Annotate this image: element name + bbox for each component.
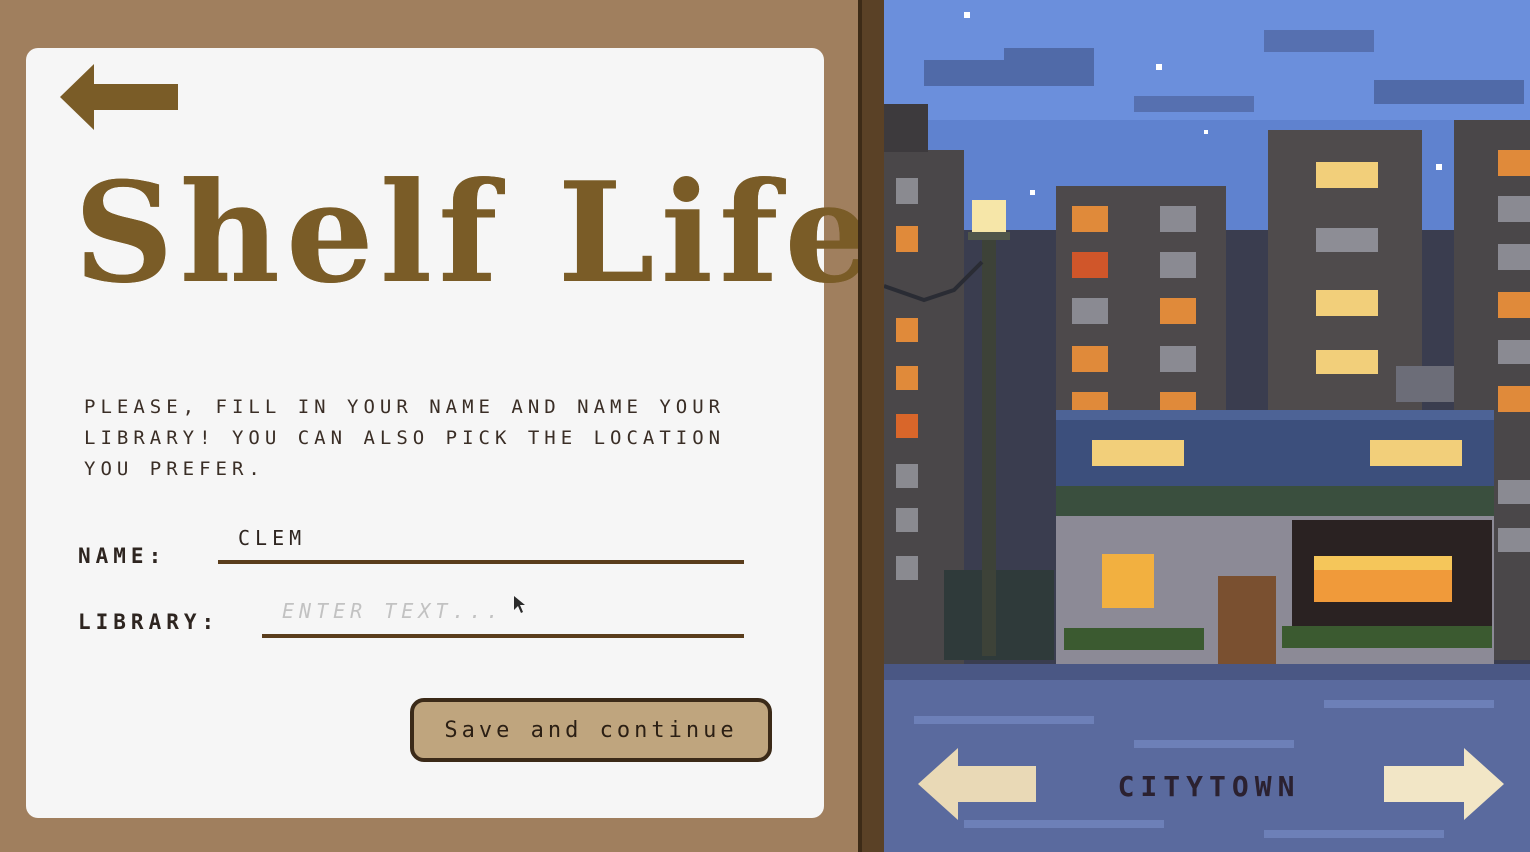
- mouse-cursor-icon: [514, 596, 525, 613]
- back-arrow-icon[interactable]: [60, 64, 178, 130]
- name-input[interactable]: [218, 522, 744, 564]
- game-title: Shelf Life: [74, 151, 879, 314]
- arrow-left-icon[interactable]: [918, 748, 1036, 820]
- arrow-right-icon[interactable]: [1384, 748, 1504, 820]
- name-label: NAME:: [78, 544, 167, 568]
- city-scene-illustration: [884, 0, 1530, 852]
- instructions-text: PLEASE, FILL IN YOUR NAME AND NAME YOUR …: [84, 396, 726, 480]
- library-input[interactable]: [262, 594, 744, 638]
- location-label: CITYTOWN: [1117, 770, 1301, 803]
- setup-card: Shelf Life PLEASE, FILL IN YOUR NAME AND…: [26, 48, 879, 818]
- location-scene: CITYTOWN: [884, 0, 1530, 852]
- save-and-continue-button[interactable]: Save and continue: [410, 698, 772, 762]
- pane-divider: [858, 0, 884, 852]
- library-label: LIBRARY:: [78, 610, 220, 634]
- left-pane: Shelf Life PLEASE, FILL IN YOUR NAME AND…: [0, 0, 879, 852]
